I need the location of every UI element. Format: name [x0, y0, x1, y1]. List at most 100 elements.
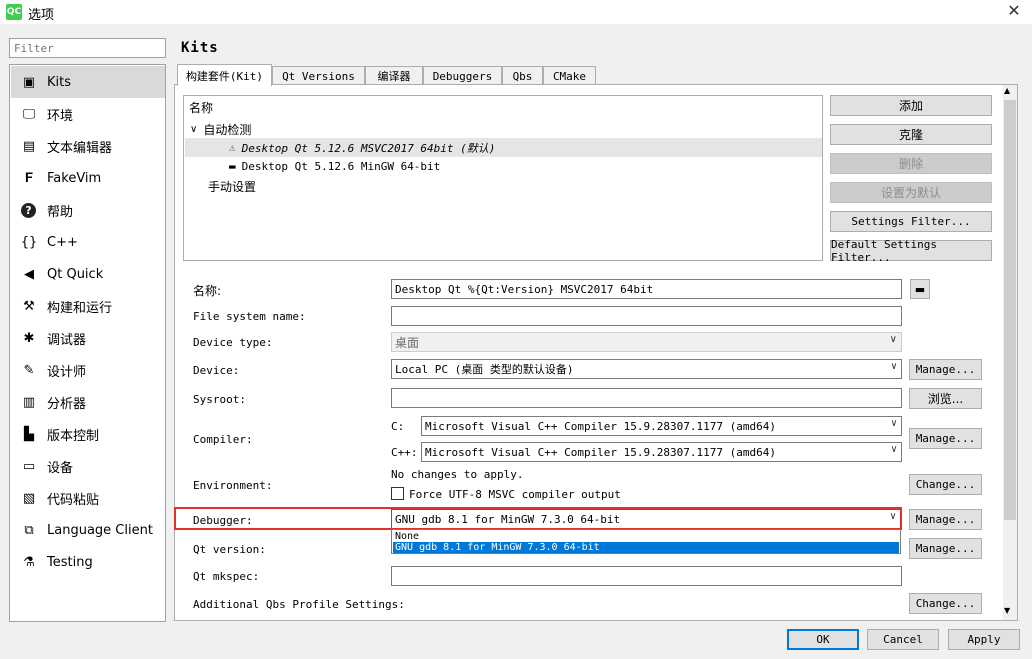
- sidebar-item-build-run[interactable]: ⚒ 构建和运行: [11, 290, 165, 322]
- tree-item-label: Desktop Qt 5.12.6 MinGW 64-bit: [241, 160, 441, 173]
- scrollbar-thumb[interactable]: [1004, 100, 1016, 520]
- apply-button[interactable]: Apply: [948, 629, 1020, 650]
- name-field[interactable]: Desktop Qt %{Qt:Version} MSVC2017 64bit: [391, 279, 902, 299]
- set-default-button[interactable]: 设置为默认: [830, 182, 992, 203]
- pen-icon: ✎: [23, 362, 35, 378]
- tab-qt-versions[interactable]: Qt Versions: [272, 66, 365, 85]
- sidebar-item-label: Testing: [47, 554, 93, 570]
- analyzer-icon: ▥: [22, 394, 36, 410]
- close-icon[interactable]: ✕: [996, 0, 1032, 24]
- sidebar-item-environment[interactable]: 🖵 环境: [11, 98, 165, 130]
- chevron-down-icon: ∨: [889, 334, 897, 345]
- device-icon: ▭: [22, 458, 36, 474]
- add-button[interactable]: 添加: [830, 95, 992, 116]
- tree-header: 名称: [189, 101, 214, 115]
- tab-kits[interactable]: 构建套件(Kit): [177, 64, 272, 86]
- qbs-change-button[interactable]: Change...: [909, 593, 982, 614]
- qt-version-manage-button[interactable]: Manage...: [909, 538, 982, 559]
- sidebar-item-label: 环境: [47, 108, 74, 124]
- testing-icon: ⚗: [23, 554, 35, 570]
- sysroot-field[interactable]: [391, 388, 902, 408]
- sidebar-item-label: 版本控制: [47, 428, 100, 444]
- sidebar-item-qt-quick[interactable]: ◀ Qt Quick: [11, 258, 165, 290]
- scroll-up-icon[interactable]: ▲: [1004, 86, 1010, 95]
- debugger-dropdown-list[interactable]: None GNU gdb 8.1 for MinGW 7.3.0 64-bit: [391, 529, 901, 554]
- device-type-select[interactable]: 桌面 ∨: [391, 332, 902, 352]
- sidebar-item-label: 分析器: [47, 396, 87, 412]
- debugger-highlight-box: [174, 507, 902, 530]
- compiler-c-label: C:: [391, 420, 405, 433]
- tab-cmake[interactable]: CMake: [543, 66, 596, 85]
- compiler-manage-button[interactable]: Manage...: [909, 428, 982, 449]
- tree-group-manual[interactable]: 手动设置: [185, 177, 822, 196]
- ok-button[interactable]: OK: [787, 629, 859, 650]
- sysroot-browse-button[interactable]: 浏览...: [909, 388, 982, 409]
- clone-button[interactable]: 克隆: [830, 124, 992, 145]
- tree-group-auto[interactable]: ∨ 自动检测: [185, 120, 822, 139]
- tree-item-kit-mingw[interactable]: ▬ Desktop Qt 5.12.6 MinGW 64-bit: [185, 157, 822, 176]
- kits-tree[interactable]: 名称 ∨ 自动检测 ⚠ Desktop Qt 5.12.6 MSVC2017 6…: [183, 95, 823, 261]
- warning-icon: ⚠: [229, 141, 236, 154]
- kits-icon: ▣: [22, 74, 36, 90]
- scroll-down-icon[interactable]: ▼: [1004, 606, 1010, 615]
- sidebar-item-label: 文本编辑器: [47, 140, 113, 156]
- compiler-cpp-select[interactable]: Microsoft Visual C++ Compiler 15.9.28307…: [421, 442, 902, 462]
- qt-mkspec-label: Qt mkspec:: [193, 570, 260, 583]
- sidebar-item-help[interactable]: ? 帮助: [11, 194, 165, 226]
- sidebar-item-version-control[interactable]: ▙ 版本控制: [11, 418, 165, 450]
- sidebar-item-analyzer[interactable]: ▥ 分析器: [11, 386, 165, 418]
- sidebar-item-debugger[interactable]: ✱ 调试器: [11, 322, 165, 354]
- default-settings-filter-button[interactable]: Default Settings Filter...: [830, 238, 992, 264]
- title-bar: [0, 0, 1032, 24]
- sidebar-item-cpp[interactable]: {} C++: [11, 226, 165, 258]
- sidebar-item-label: 帮助: [47, 204, 74, 220]
- tree-item-kit-msvc[interactable]: ⚠ Desktop Qt 5.12.6 MSVC2017 64bit (默认): [185, 138, 822, 157]
- text-editor-icon: ▤: [22, 138, 36, 154]
- sidebar-item-label: C++: [47, 234, 78, 250]
- dropdown-option-gdb[interactable]: GNU gdb 8.1 for MinGW 7.3.0 64-bit: [393, 542, 899, 553]
- device-select[interactable]: Local PC (桌面 类型的默认设备) ∨: [391, 359, 902, 379]
- sidebar-item-label: 调试器: [47, 332, 87, 348]
- qbs-profile-label: Additional Qbs Profile Settings:: [193, 598, 405, 611]
- chevron-down-icon: ∨: [190, 124, 198, 135]
- monitor-icon: ▬: [229, 160, 236, 173]
- compiler-c-select[interactable]: Microsoft Visual C++ Compiler 15.9.28307…: [421, 416, 902, 436]
- sidebar-item-code-paster[interactable]: ▧ 代码粘贴: [11, 482, 165, 514]
- environment-change-button[interactable]: Change...: [909, 474, 982, 495]
- tree-group-label: 自动检测: [203, 123, 252, 137]
- filter-input[interactable]: [9, 38, 166, 58]
- sidebar-item-label: Kits: [47, 74, 72, 90]
- sidebar-item-kits[interactable]: ▣ Kits: [11, 66, 165, 98]
- utf8-checkbox[interactable]: [391, 487, 404, 500]
- compiler-c-value: Microsoft Visual C++ Compiler 15.9.28307…: [425, 419, 776, 433]
- tab-qbs[interactable]: Qbs: [502, 66, 543, 85]
- sidebar-item-label: Qt Quick: [47, 266, 104, 282]
- sidebar-item-devices[interactable]: ▭ 设备: [11, 450, 165, 482]
- page-title: Kits: [181, 40, 219, 56]
- qt-version-label: Qt version:: [193, 543, 266, 556]
- qt-mkspec-field[interactable]: [391, 566, 902, 586]
- sidebar-item-fakevim[interactable]: 𝐅 FakeVim: [11, 162, 165, 194]
- file-system-name-field[interactable]: [391, 306, 902, 326]
- sidebar-item-designer[interactable]: ✎ 设计师: [11, 354, 165, 386]
- sidebar-item-language-client[interactable]: ⧉ Language Client: [11, 514, 165, 546]
- device-manage-button[interactable]: Manage...: [909, 359, 982, 380]
- monitor-icon: 🖵: [22, 106, 36, 122]
- sidebar: ▣ Kits 🖵 环境 ▤ 文本编辑器 𝐅 FakeVim ? 帮助 {} C++ ◀ Qt …: [9, 64, 166, 622]
- device-icon-button[interactable]: ▬: [910, 279, 930, 299]
- settings-filter-button[interactable]: Settings Filter...: [830, 211, 992, 232]
- tab-compilers[interactable]: 编译器: [365, 66, 423, 85]
- dropdown-option-none[interactable]: None: [393, 531, 899, 542]
- debugger-manage-button[interactable]: Manage...: [909, 509, 982, 530]
- braces-icon: {}: [20, 234, 38, 250]
- tab-debuggers[interactable]: Debuggers: [423, 66, 502, 85]
- sidebar-item-testing[interactable]: ⚗ Testing: [11, 546, 165, 578]
- compiler-label: Compiler:: [193, 433, 253, 446]
- delete-button[interactable]: 删除: [830, 153, 992, 174]
- cancel-button[interactable]: Cancel: [867, 629, 939, 650]
- version-control-icon: ▙: [24, 426, 34, 442]
- clipboard-icon: ▧: [22, 490, 36, 506]
- sidebar-item-label: Language Client: [47, 522, 153, 538]
- help-icon: ?: [21, 202, 36, 218]
- sidebar-item-text-editor[interactable]: ▤ 文本编辑器: [11, 130, 165, 162]
